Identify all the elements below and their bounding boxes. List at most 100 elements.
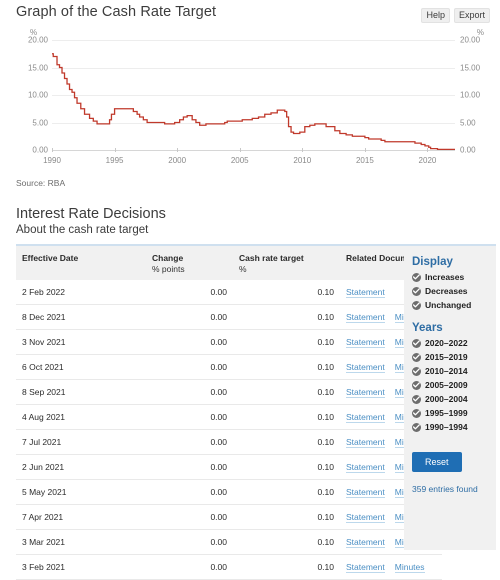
table-row: 3 Feb 2021 0.00 0.10 Statement Minutes — [16, 554, 442, 580]
link-statement[interactable]: Statement — [346, 287, 385, 298]
year-filter-2000-2004[interactable]: 2000–2004 — [412, 394, 496, 404]
link-statement[interactable]: Statement — [346, 387, 385, 398]
display-filter-decreases[interactable]: Decreases — [412, 286, 496, 296]
decisions-section-heading: Interest Rate Decisions About the cash r… — [16, 206, 500, 236]
column-unit-change: % points — [152, 264, 185, 274]
cell-effective-date: 8 Dec 2021 — [16, 304, 146, 330]
display-filter-unchanged[interactable]: Unchanged — [412, 300, 496, 310]
link-statement[interactable]: Statement — [346, 462, 385, 473]
years-heading: Years — [412, 322, 443, 334]
cell-effective-date: 2 Feb 2022 — [16, 280, 146, 305]
checkbox-checked-icon[interactable] — [412, 272, 421, 282]
column-label-change: Change — [152, 253, 184, 263]
checkbox-checked-icon[interactable] — [412, 394, 421, 404]
cell-effective-date: 2 Jun 2021 — [16, 454, 146, 480]
link-statement[interactable]: Statement — [346, 337, 385, 348]
cell-change: 0.00 — [146, 554, 233, 580]
display-filter-group: Increases Decreases Unchanged — [412, 272, 496, 310]
filter-label: 1995–1999 — [425, 408, 468, 418]
table-row: 4 Aug 20210.000.10StatementMinutes — [16, 404, 442, 430]
year-filter-2020-2022[interactable]: 2020–2022 — [412, 338, 496, 348]
y-axis-tick-label: 20.00 — [460, 35, 481, 45]
filter-label: 2005–2009 — [425, 380, 468, 390]
cell-effective-date: 7 Apr 2021 — [16, 504, 146, 530]
year-filter-1995-1999[interactable]: 1995–1999 — [412, 408, 496, 418]
checkbox-checked-icon[interactable] — [412, 300, 421, 310]
year-filter-2010-2014[interactable]: 2010–2014 — [412, 366, 496, 376]
link-statement[interactable]: Statement — [346, 362, 385, 373]
cell-cash-rate-target: 0.10 — [233, 454, 340, 480]
link-statement[interactable]: Statement — [346, 562, 385, 573]
filter-label: 2000–2004 — [425, 394, 468, 404]
y-axis-tick-label: 10.00 — [460, 90, 481, 100]
year-filter-2005-2009[interactable]: 2005–2009 — [412, 380, 496, 390]
cash-rate-chart-panel: Graph of the Cash Rate Target Help Expor… — [0, 0, 500, 188]
cell-effective-date: 7 Jul 2021 — [16, 429, 146, 455]
y-axis-tick-label: 20.00 — [27, 35, 48, 45]
checkbox-checked-icon[interactable] — [412, 338, 421, 348]
interest-rate-table: Effective Date Change % points Cash rate… — [16, 244, 442, 580]
cell-effective-date: 5 May 2021 — [16, 479, 146, 505]
x-axis-tick-label: 2020 — [418, 156, 437, 165]
cell-cash-rate-target: 0.10 — [233, 504, 340, 530]
filter-label: 1990–1994 — [425, 422, 468, 432]
table-row: 6 Oct 20210.000.10StatementMinutes — [16, 354, 442, 380]
link-statement[interactable]: Statement — [346, 312, 385, 323]
link-statement[interactable]: Statement — [346, 412, 385, 423]
checkbox-checked-icon[interactable] — [412, 352, 421, 362]
y-axis-tick-label: 15.00 — [460, 63, 481, 72]
checkbox-checked-icon[interactable] — [412, 380, 421, 390]
link-minutes[interactable]: Minutes — [394, 562, 425, 573]
chart-gridline — [52, 150, 455, 151]
link-statement[interactable]: Statement — [346, 512, 385, 523]
cell-cash-rate-target: 0.10 — [233, 329, 340, 355]
x-axis-tick-label: 2000 — [168, 156, 187, 165]
help-button[interactable]: Help — [421, 8, 450, 23]
cash-rate-line-path — [52, 53, 455, 150]
link-statement[interactable]: Statement — [346, 487, 385, 498]
year-filter-2015-2019[interactable]: 2015–2019 — [412, 352, 496, 362]
column-header-effective-date[interactable]: Effective Date — [16, 244, 146, 280]
x-axis-tick-label: 2010 — [293, 156, 312, 165]
table-header-row: Effective Date Change % points Cash rate… — [16, 244, 442, 280]
cell-cash-rate-target: 0.10 — [233, 554, 340, 580]
cell-change: 0.00 — [146, 280, 233, 305]
cell-cash-rate-target: 0.10 — [233, 529, 340, 555]
cell-effective-date: 6 Oct 2021 — [16, 354, 146, 380]
chart-action-buttons: Help Export — [421, 8, 490, 23]
column-header-cash-rate-target[interactable]: Cash rate target % — [233, 244, 340, 280]
y-axis-tick-label: 15.00 — [27, 63, 48, 72]
y-axis-tick-label: 0.00 — [460, 145, 476, 155]
reset-button[interactable]: Reset — [412, 452, 462, 472]
x-axis-tick-label: 1990 — [43, 156, 61, 165]
display-filter-increases[interactable]: Increases — [412, 272, 496, 282]
cell-related-documents: Statement Minutes — [340, 554, 442, 580]
cell-cash-rate-target: 0.10 — [233, 479, 340, 505]
checkbox-checked-icon[interactable] — [412, 286, 421, 296]
decisions-title: Interest Rate Decisions — [16, 206, 166, 222]
page-title: Graph of the Cash Rate Target — [16, 4, 217, 20]
content-split: Effective Date Change % points Cash rate… — [0, 244, 500, 580]
column-header-change[interactable]: Change % points — [146, 244, 233, 280]
interest-rate-table-container: Effective Date Change % points Cash rate… — [16, 244, 442, 580]
cell-cash-rate-target: 0.10 — [233, 304, 340, 330]
year-filter-1990-1994[interactable]: 1990–1994 — [412, 422, 496, 432]
cell-cash-rate-target: 0.10 — [233, 280, 340, 305]
table-row: 7 Jul 20210.000.10StatementMinutes — [16, 429, 442, 455]
table-row: 2 Jun 20210.000.10StatementMinutes — [16, 454, 442, 480]
cell-effective-date: 4 Aug 2021 — [16, 404, 146, 430]
checkbox-checked-icon[interactable] — [412, 408, 421, 418]
cell-cash-rate-target: 0.10 — [233, 429, 340, 455]
y-axis-tick-label: 0.00 — [32, 145, 48, 155]
link-statement[interactable]: Statement — [346, 537, 385, 548]
link-statement[interactable]: Statement — [346, 437, 385, 448]
chart-plot-area: % % 0.00 0.00 5.00 5.00 10.00 10.00 15.00 15.00… — [0, 28, 500, 168]
filter-label: Decreases — [425, 286, 468, 296]
export-button[interactable]: Export — [453, 8, 490, 23]
cash-rate-line-series — [52, 53, 455, 150]
checkbox-checked-icon[interactable] — [412, 422, 421, 432]
cell-cash-rate-target: 0.10 — [233, 354, 340, 380]
y-axis-tick-label: 5.00 — [460, 118, 476, 127]
checkbox-checked-icon[interactable] — [412, 366, 421, 376]
table-row: 3 Nov 20210.000.10StatementMinutes — [16, 329, 442, 355]
